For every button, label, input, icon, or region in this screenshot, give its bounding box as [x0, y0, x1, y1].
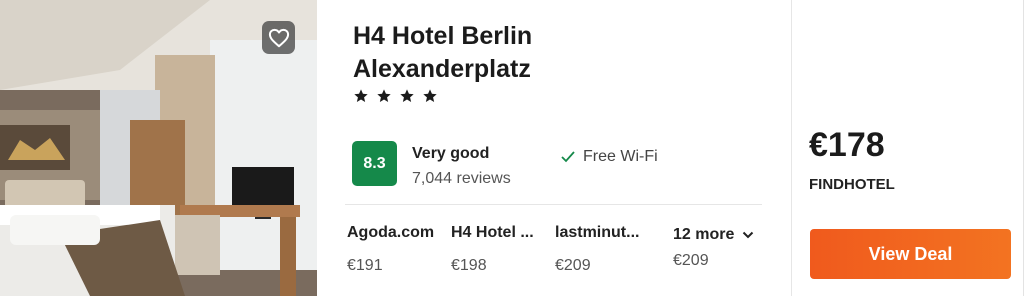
amenity-label: Free Wi-Fi	[583, 148, 658, 165]
hotel-info: H4 Hotel Berlin Alexanderplatz 8.3 Very …	[317, 0, 790, 296]
star-icon	[354, 89, 368, 102]
review-count: 7,044 reviews	[412, 170, 511, 187]
favorite-button[interactable]	[262, 21, 295, 54]
hotel-result-card: H4 Hotel Berlin Alexanderplatz 8.3 Very …	[0, 0, 1024, 296]
star-icon	[377, 89, 391, 102]
offer-price: €191	[347, 257, 383, 274]
offer-provider: H4 Hotel ...	[451, 224, 534, 241]
offer-item[interactable]: Agoda.com €191	[347, 224, 443, 275]
best-deal-provider: FINDHOTEL	[809, 176, 895, 193]
star-rating	[353, 88, 438, 104]
more-offers-button[interactable]: 12 more	[673, 226, 754, 244]
view-deal-button[interactable]: View Deal	[810, 229, 1011, 279]
chevron-down-icon	[743, 231, 754, 239]
check-icon	[561, 151, 575, 163]
hotel-name[interactable]: H4 Hotel Berlin Alexanderplatz	[353, 20, 653, 86]
hotel-photo[interactable]	[0, 0, 317, 296]
heart-icon	[268, 28, 289, 47]
offer-item[interactable]: lastminut... €209	[555, 224, 651, 275]
offer-price: €198	[451, 257, 487, 274]
rating-score-badge: 8.3	[352, 141, 397, 186]
offer-item[interactable]: H4 Hotel ... €198	[451, 224, 547, 275]
offer-provider: Agoda.com	[347, 224, 435, 241]
best-deal-price: €178	[809, 126, 885, 164]
more-offers-label: 12 more	[673, 226, 735, 243]
divider	[345, 204, 762, 205]
more-offers-price: €209	[673, 252, 709, 269]
amenity-wifi: Free Wi-Fi	[561, 148, 658, 166]
star-icon	[423, 89, 437, 102]
star-icon	[400, 89, 414, 102]
rating-label: Very good	[412, 145, 490, 162]
offer-price: €209	[555, 257, 591, 274]
best-deal-panel: €178 FINDHOTEL View Deal	[791, 0, 1024, 296]
offer-provider: lastminut...	[555, 224, 640, 241]
